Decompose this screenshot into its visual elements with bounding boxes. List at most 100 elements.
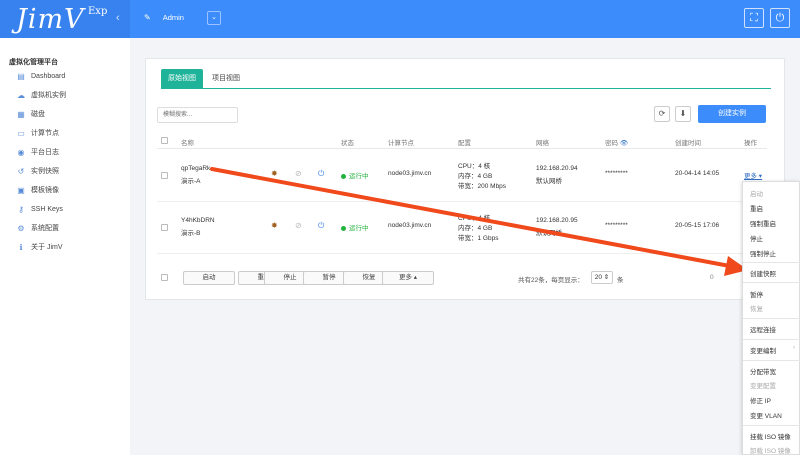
status-dot	[341, 173, 346, 179]
column-node: 计算节点	[388, 140, 414, 147]
main-content: 原始视图 项目视图 ⟳ ⬇ 创建实例 名称 状态 计算节点 配置 网络 密码 👁…	[130, 38, 800, 455]
column-name[interactable]: 名称	[181, 137, 194, 147]
sidebar-item-disks[interactable]: ▦ 磁盘	[16, 107, 45, 121]
fullscreen-button[interactable]: ⛶	[744, 8, 764, 28]
power-toggle-icon[interactable]: ⏻	[318, 169, 324, 179]
sidebar-item-label: SSH Keys	[31, 205, 63, 213]
download-button[interactable]: ⬇	[675, 106, 691, 122]
menu-item-restart[interactable]: 重启	[750, 203, 763, 213]
config-cpu: CPU：4 核	[458, 163, 491, 170]
column-config: 配置	[458, 140, 471, 147]
sidebar-item-templates[interactable]: ▣ 模板镜像	[16, 183, 59, 197]
top-navbar: JimV Exp ‹ ✎ Admin ⌄ ⛶ ⏻	[0, 0, 800, 38]
sidebar-item-label: 计算节点	[31, 130, 59, 137]
eye-icon[interactable]: 👁	[620, 140, 628, 147]
page-size-select[interactable]: 20 ⇕	[591, 271, 613, 284]
sidebar-collapse-icon[interactable]: ‹	[116, 12, 120, 24]
instance-name[interactable]: qpTegaRk	[181, 165, 210, 172]
snapshot-icon: ↺	[17, 166, 25, 176]
tab-project-view[interactable]: 项目视图	[206, 69, 246, 88]
os-icon: ✸	[271, 169, 278, 178]
search-input[interactable]	[157, 107, 238, 123]
sidebar-item-ssh-keys[interactable]: ⚷ SSH Keys	[16, 202, 63, 216]
sidebar-item-label: 关于 JimV	[31, 244, 63, 251]
menu-item-resume[interactable]: 恢复	[750, 303, 763, 313]
table-header: 名称 状态 计算节点 配置 网络 密码 👁 创建时间 操作	[157, 132, 767, 149]
user-dropdown-button[interactable]: ⌄	[207, 11, 221, 25]
user-menu[interactable]: ✎ Admin	[144, 13, 184, 22]
image-icon: ▣	[17, 185, 25, 195]
menu-item-change-vlan[interactable]: 变更 VLAN	[750, 410, 782, 420]
select-all-footer-checkbox[interactable]	[161, 274, 168, 281]
tab-divider	[161, 88, 771, 89]
user-avatar-icon: ✎	[144, 13, 151, 22]
row-checkbox[interactable]	[161, 172, 168, 179]
status-dot	[341, 225, 346, 231]
menu-item-pause[interactable]: 暂停	[750, 289, 763, 299]
sidebar: 虚拟化管理平台 ▤ Dashboard ☁ 虚拟机实例 ▦ 磁盘 ▭ 计算节点 ◉ 平台日…	[0, 38, 130, 455]
cloud-icon: ☁	[17, 90, 25, 100]
menu-item-mount-iso[interactable]: 挂载 ISO 镜像	[750, 431, 791, 441]
column-actions: 操作	[744, 140, 757, 147]
select-all-checkbox[interactable]	[161, 137, 168, 144]
instance-context-menu: 启动 重启 强制重启 停止 强制停止 创建快照 暂停 恢复 远程连接 变更编制 …	[742, 181, 800, 455]
bulk-start-button[interactable]: 启动	[183, 271, 235, 285]
menu-item-assign-bandwidth[interactable]: 分配带宽	[750, 366, 776, 376]
config-memory: 内存：4 GB	[458, 173, 493, 180]
page-size-unit: 条	[617, 277, 624, 284]
sidebar-item-snapshots[interactable]: ↺ 实例快照	[16, 164, 59, 178]
table-row: Y4hKbDRN 演示-B ✸ ⊘ ⏻ 运行中 node03.jimv.cn C…	[157, 202, 767, 254]
user-name: Admin	[162, 13, 184, 22]
config-bandwidth: 带宽：1 Gbps	[458, 235, 499, 242]
sidebar-item-label: Dashboard	[31, 72, 66, 80]
brand-edition: Exp	[88, 6, 108, 17]
menu-item-remote-connect[interactable]: 远程连接	[750, 324, 776, 334]
sidebar-item-settings[interactable]: ⚙ 系统配置	[16, 221, 59, 235]
brand-logo[interactable]: JimV	[16, 4, 85, 35]
sidebar-item-nodes[interactable]: ▭ 计算节点	[16, 126, 59, 140]
logout-button[interactable]: ⏻	[770, 8, 790, 28]
more-actions-link[interactable]: 更多 ▾	[744, 170, 762, 180]
tab-original-view[interactable]: 原始视图	[161, 69, 203, 88]
sidebar-item-about[interactable]: ℹ 关于 JimV	[16, 240, 63, 254]
menu-item-change-group[interactable]: 变更编制	[750, 345, 776, 355]
sidebar-item-label: 实例快照	[31, 168, 59, 175]
create-instance-button[interactable]: 创建实例	[698, 105, 766, 123]
sidebar-item-dashboard[interactable]: ▤ Dashboard	[16, 69, 65, 83]
menu-item-create-snapshot[interactable]: 创建快照	[750, 268, 776, 278]
instance-desc: 演示-B	[181, 230, 201, 237]
menu-item-fix-ip[interactable]: 修正 IP	[750, 395, 771, 405]
power-toggle-icon[interactable]: ⏻	[318, 221, 324, 231]
menu-item-start[interactable]: 启动	[750, 188, 763, 198]
password-value: *********	[605, 170, 628, 177]
dashboard-icon: ▤	[17, 71, 25, 81]
os-icon: ✸	[271, 221, 278, 230]
instance-desc: 演示-A	[181, 178, 201, 185]
info-icon: ℹ	[19, 242, 23, 252]
power-icon: ⏻	[775, 12, 785, 24]
sidebar-item-instances[interactable]: ☁ 虚拟机实例	[16, 88, 66, 102]
column-password-label: 密码	[605, 140, 618, 147]
menu-divider	[743, 339, 800, 340]
config-cpu: CPU：4 核	[458, 215, 491, 222]
node-name: node03.jimv.cn	[388, 222, 432, 229]
menu-item-change-config[interactable]: 变更配置	[750, 380, 776, 390]
menu-item-unmount-iso[interactable]: 卸载 ISO 镜像	[750, 445, 791, 455]
created-time: 20-05-15 17:06	[675, 222, 720, 229]
node-name: node03.jimv.cn	[388, 170, 432, 177]
sidebar-item-logs[interactable]: ◉ 平台日志	[16, 145, 60, 159]
menu-item-force-restart[interactable]: 强制重启	[750, 218, 776, 228]
sidebar-item-label: 虚拟机实例	[31, 92, 66, 99]
gear-icon: ⚙	[17, 223, 25, 233]
pagination-info: 共有22条，每页显示：	[518, 277, 584, 284]
page-number[interactable]: 0	[710, 274, 714, 281]
instance-panel: 原始视图 项目视图 ⟳ ⬇ 创建实例 名称 状态 计算节点 配置 网络 密码 👁…	[145, 58, 785, 300]
column-password: 密码 👁	[605, 137, 628, 147]
menu-item-force-stop[interactable]: 强制停止	[750, 248, 776, 258]
instance-name[interactable]: Y4hKbDRN	[181, 217, 215, 224]
eye-icon: ◉	[17, 147, 25, 157]
refresh-button[interactable]: ⟳	[654, 106, 670, 122]
bulk-more-button[interactable]: 更多 ▴	[382, 271, 434, 285]
menu-item-stop[interactable]: 停止	[750, 233, 763, 243]
row-checkbox[interactable]	[161, 224, 168, 231]
